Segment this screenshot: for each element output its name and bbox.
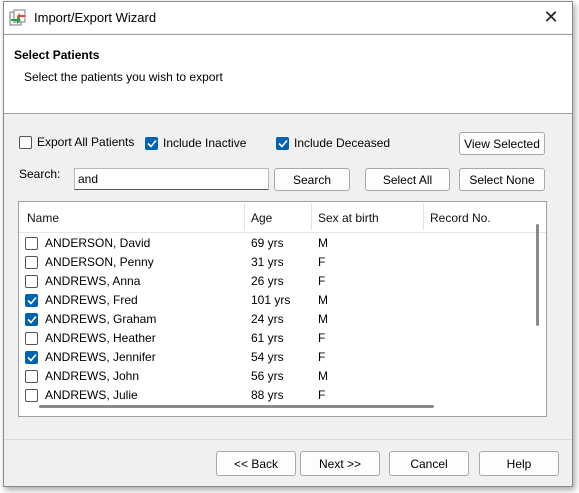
column-header-record[interactable]: Record No. xyxy=(430,211,491,225)
vertical-scrollbar[interactable] xyxy=(536,224,539,326)
wizard-app-icon xyxy=(9,9,27,26)
patient-age: 54 yrs xyxy=(251,350,284,364)
select-all-button[interactable]: Select All xyxy=(365,168,450,191)
row-checkbox[interactable] xyxy=(25,237,38,250)
patient-sex: F xyxy=(318,255,326,269)
patient-age: 24 yrs xyxy=(251,312,284,326)
include-inactive-checkbox-box[interactable] xyxy=(145,136,158,150)
row-checkbox[interactable] xyxy=(25,275,38,288)
include-deceased-label: Include Deceased xyxy=(294,136,391,150)
patient-name: ANDERSON, Penny xyxy=(45,255,154,269)
window-title: Import/Export Wizard xyxy=(34,10,157,25)
column-header-age[interactable]: Age xyxy=(251,211,272,225)
table-row[interactable]: ANDREWS, Heather 61 yrs F xyxy=(19,329,529,348)
row-checkbox[interactable] xyxy=(25,351,38,364)
table-row[interactable]: ANDREWS, Graham 24 yrs M xyxy=(19,310,529,329)
export-all-checkbox-box[interactable] xyxy=(19,135,32,149)
patient-age: 69 yrs xyxy=(251,236,284,250)
column-divider[interactable] xyxy=(244,203,245,230)
patient-age: 26 yrs xyxy=(251,274,284,288)
export-all-checkbox[interactable]: Export All Patients xyxy=(19,135,134,149)
row-checkbox[interactable] xyxy=(25,313,38,326)
table-row[interactable]: ANDREWS, Julie 88 yrs F xyxy=(19,386,529,405)
select-none-button[interactable]: Select None xyxy=(459,168,545,191)
table-row[interactable]: ANDREWS, Jennifer 54 yrs F xyxy=(19,348,529,367)
table-row[interactable]: ANDREWS, Anna 26 yrs F xyxy=(19,272,529,291)
table-row[interactable]: ANDREWS, John 56 yrs M xyxy=(19,367,529,386)
footer-divider xyxy=(4,439,572,440)
page-subtitle: Select the patients you wish to export xyxy=(24,70,223,84)
column-header-name[interactable]: Name xyxy=(27,211,59,225)
patient-name: ANDREWS, Anna xyxy=(45,274,141,288)
close-button[interactable]: ✕ xyxy=(534,5,568,30)
patient-name: ANDREWS, John xyxy=(45,369,140,383)
row-checkbox[interactable] xyxy=(25,332,38,345)
patient-age: 56 yrs xyxy=(251,369,284,383)
patient-sex: F xyxy=(318,388,326,402)
back-button[interactable]: << Back xyxy=(216,451,296,476)
search-input[interactable] xyxy=(74,168,269,190)
include-inactive-label: Include Inactive xyxy=(163,136,247,150)
patient-name: ANDREWS, Graham xyxy=(45,312,157,326)
wizard-window: Import/Export Wizard ✕ Select Patients S… xyxy=(3,1,573,487)
patient-name: ANDREWS, Julie xyxy=(45,388,138,402)
row-checkbox[interactable] xyxy=(25,294,38,307)
patient-sex: M xyxy=(318,369,328,383)
close-icon: ✕ xyxy=(543,7,559,27)
view-selected-button[interactable]: View Selected xyxy=(459,132,545,155)
include-deceased-checkbox-box[interactable] xyxy=(276,136,289,150)
next-button[interactable]: Next >> xyxy=(300,451,380,476)
patient-age: 31 yrs xyxy=(251,255,284,269)
patient-sex: F xyxy=(318,350,326,364)
title-bar: Import/Export Wizard ✕ xyxy=(4,2,572,33)
patient-age: 61 yrs xyxy=(251,331,284,345)
row-checkbox[interactable] xyxy=(25,389,38,402)
search-label: Search: xyxy=(19,167,61,181)
export-all-label: Export All Patients xyxy=(37,135,135,149)
patient-list[interactable]: Name Age Sex at birth Record No. ANDERSO… xyxy=(18,201,547,417)
patient-age: 101 yrs xyxy=(251,293,291,307)
patient-sex: M xyxy=(318,236,328,250)
table-row[interactable]: ANDERSON, David 69 yrs M xyxy=(19,234,529,253)
patient-name: ANDERSON, David xyxy=(45,236,151,250)
include-inactive-checkbox[interactable]: Include Inactive xyxy=(145,136,246,150)
patient-sex: M xyxy=(318,312,328,326)
wizard-header-panel: Select Patients Select the patients you … xyxy=(4,34,572,114)
column-divider[interactable] xyxy=(423,203,424,230)
cancel-button[interactable]: Cancel xyxy=(389,451,469,476)
list-header: Name Age Sex at birth Record No. xyxy=(19,202,546,233)
include-deceased-checkbox[interactable]: Include Deceased xyxy=(276,136,390,150)
row-checkbox[interactable] xyxy=(25,370,38,383)
patient-sex: M xyxy=(318,293,328,307)
patient-name: ANDREWS, Heather xyxy=(45,331,156,345)
search-button[interactable]: Search xyxy=(274,168,350,191)
row-checkbox[interactable] xyxy=(25,256,38,269)
patient-name: ANDREWS, Fred xyxy=(45,293,138,307)
horizontal-scrollbar[interactable] xyxy=(39,405,434,408)
column-divider[interactable] xyxy=(311,203,312,230)
patient-age: 88 yrs xyxy=(251,388,284,402)
patient-name: ANDREWS, Jennifer xyxy=(45,350,156,364)
column-header-sex[interactable]: Sex at birth xyxy=(318,211,379,225)
help-button[interactable]: Help xyxy=(479,451,559,476)
page-title: Select Patients xyxy=(14,48,100,62)
patient-sex: F xyxy=(318,274,326,288)
table-row[interactable]: ANDREWS, Fred 101 yrs M xyxy=(19,291,529,310)
patient-sex: F xyxy=(318,331,326,345)
table-row[interactable]: ANDERSON, Penny 31 yrs F xyxy=(19,253,529,272)
